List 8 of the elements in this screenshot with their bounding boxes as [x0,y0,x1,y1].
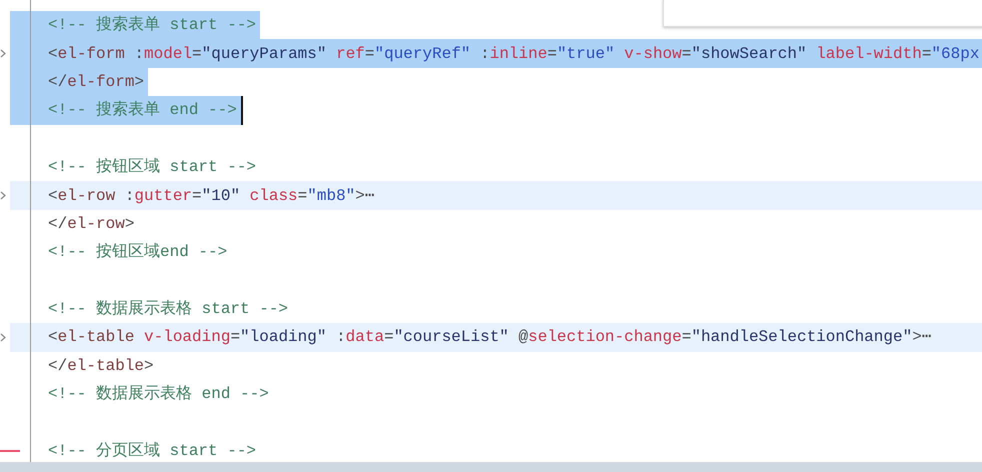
scrollbar[interactable] [0,462,982,472]
code-line: <!-- 按钮区域 start --> [47,156,258,178]
code-line: <!-- 数据展示表格 start --> [47,298,290,320]
code-line: <!-- 分页区域 start --> [47,440,258,462]
code-line: </el-row> [47,214,136,235]
code-line: <!-- 数据展示表格 end --> [47,384,270,406]
code-line: </el-table> [47,356,155,377]
code-line: <!-- 按钮区域end --> [47,242,228,264]
